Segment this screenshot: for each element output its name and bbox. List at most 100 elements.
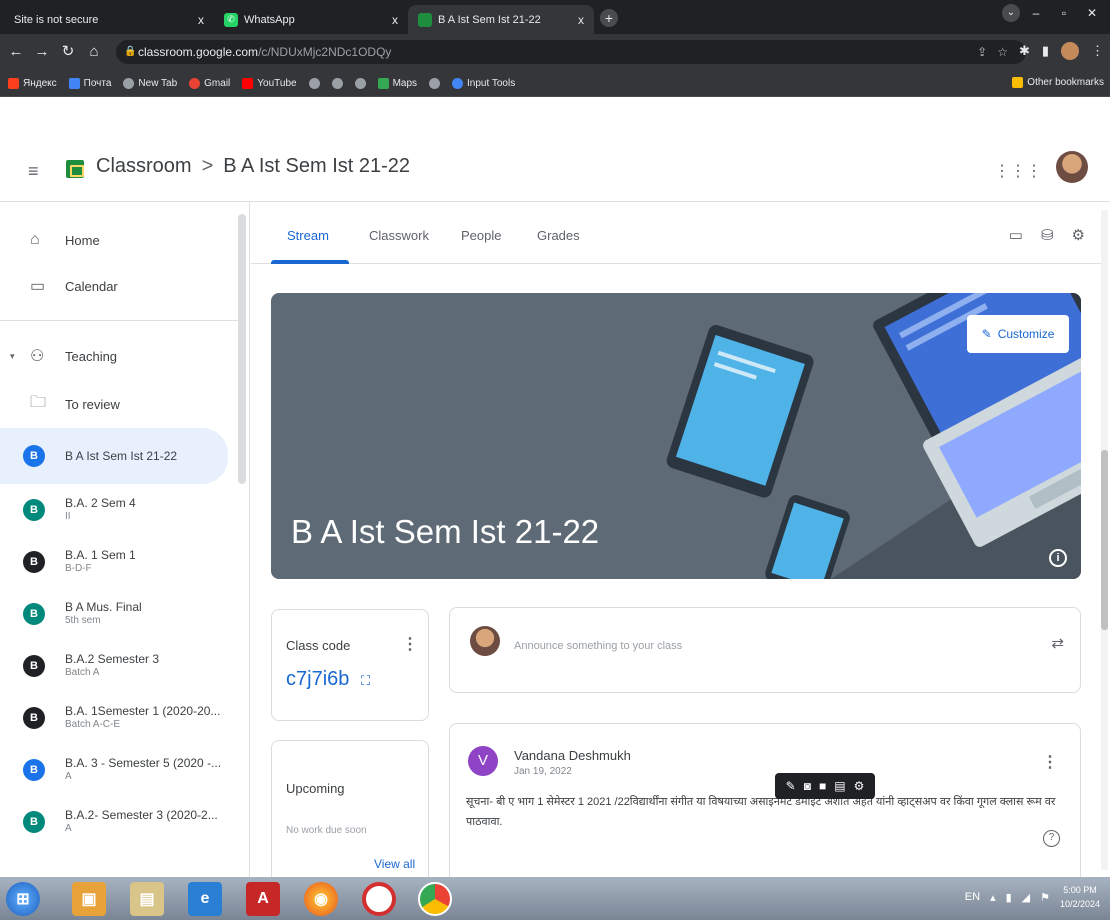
bookmark-newtab[interactable]: New Tab: [123, 77, 177, 89]
address-bar[interactable]: 🔒 classroom.google.com/c/NDUxMjc2NDc1ODQ…: [116, 40, 1026, 64]
tab-search-icon[interactable]: ⌄: [1002, 4, 1020, 22]
document-icon[interactable]: ▤: [834, 779, 845, 793]
google-icon: [189, 77, 201, 89]
profile-avatar[interactable]: [1061, 42, 1079, 60]
class-avatar: B: [23, 445, 45, 467]
minimize-icon[interactable]: –: [1024, 2, 1048, 24]
share-icon[interactable]: ⇪: [977, 40, 987, 64]
bookmark-globe-4[interactable]: [429, 77, 441, 89]
announce-box[interactable]: Announce something to your class ⇄: [449, 607, 1081, 693]
help-icon[interactable]: ?: [1043, 830, 1060, 847]
sidebar-class-item[interactable]: B B A Ist Sem Ist 21-22: [0, 428, 228, 484]
bookmark-maps[interactable]: Maps: [377, 77, 417, 89]
close-tab-icon[interactable]: x: [578, 13, 584, 27]
sidebar-class-item[interactable]: B B.A.2- Semester 3 (2020-2... A: [0, 796, 228, 848]
drive-folder-icon[interactable]: ⛁: [1041, 226, 1054, 244]
sidepanel-icon[interactable]: ▮: [1042, 43, 1049, 59]
breadcrumb-app[interactable]: Classroom: [96, 155, 192, 177]
video-icon[interactable]: ■: [819, 779, 826, 793]
class-name: B.A.2- Semester 3 (2020-2...: [65, 808, 218, 822]
acrobat-reader-icon[interactable]: A: [246, 882, 280, 916]
bookmark-globe-1[interactable]: [308, 77, 320, 89]
close-tab-icon[interactable]: x: [198, 13, 204, 27]
close-tab-icon[interactable]: x: [392, 13, 398, 27]
sidebar-class-item[interactable]: B B.A. 3 - Semester 5 (2020 -... A: [0, 744, 228, 796]
back-arrow-icon[interactable]: ←: [6, 42, 26, 62]
firefox-icon[interactable]: ◉: [304, 882, 338, 916]
forward-arrow-icon[interactable]: →: [32, 42, 52, 62]
account-avatar[interactable]: [1056, 151, 1088, 183]
clock-time: 5:00 PM: [1063, 885, 1097, 895]
language-indicator[interactable]: EN: [965, 891, 980, 904]
view-all-link[interactable]: View all: [374, 857, 415, 871]
upcoming-empty-text: No work due soon: [286, 825, 367, 836]
calendar-icon[interactable]: ▭: [1009, 226, 1023, 244]
tab-grades[interactable]: Grades: [537, 228, 580, 243]
sidebar-item-home[interactable]: ⌂ Home: [0, 224, 228, 256]
sidebar-class-item[interactable]: B B A Mus. Final 5th sem: [0, 588, 228, 640]
expand-arrow-icon[interactable]: ▾: [10, 351, 15, 362]
reload-icon[interactable]: ↻: [58, 42, 78, 62]
bookmark-youtube[interactable]: YouTube: [242, 77, 297, 89]
new-tab-button[interactable]: +: [600, 9, 618, 27]
other-bookmarks[interactable]: Other bookmarks: [1012, 77, 1104, 88]
reuse-post-icon[interactable]: ⇄: [1051, 634, 1064, 652]
customize-button[interactable]: ✎ Customize: [967, 315, 1069, 353]
browser-tab-insecure[interactable]: Site is not secure x: [4, 5, 214, 34]
start-button-icon[interactable]: ⊞: [6, 882, 40, 916]
post-more-options-icon[interactable]: ⋮: [1042, 752, 1058, 772]
home-icon[interactable]: ⌂: [84, 42, 104, 62]
chrome-menu-icon[interactable]: ⋮: [1091, 43, 1104, 59]
tab-stream[interactable]: Stream: [287, 228, 329, 243]
active-tab-indicator: [271, 260, 349, 264]
browser-tab-classroom[interactable]: B A Ist Sem Ist 21-22 x: [408, 5, 594, 34]
taskbar-clock[interactable]: 5:00 PM 10/2/2024: [1056, 883, 1104, 911]
flag-icon[interactable]: ⚑: [1040, 891, 1050, 904]
settings-gear-icon[interactable]: ⚙: [1072, 226, 1085, 244]
announce-placeholder[interactable]: Announce something to your class: [514, 640, 682, 652]
tab-classwork[interactable]: Classwork: [369, 228, 429, 243]
main-scrollbar[interactable]: [1101, 210, 1108, 870]
sidebar-scrollbar[interactable]: [238, 214, 246, 484]
settings-gear-icon[interactable]: ⚙: [854, 779, 865, 793]
sidebar-class-item[interactable]: B B.A.2 Semester 3 Batch A: [0, 640, 228, 692]
sidebar-class-item[interactable]: B B.A. 1Semester 1 (2020-20... Batch A-C-…: [0, 692, 228, 744]
sidebar-item-label: Home: [65, 232, 100, 248]
close-window-icon[interactable]: ✕: [1080, 2, 1104, 24]
review-folder-icon: 🗀: [30, 393, 47, 411]
main-menu-icon[interactable]: ≡: [28, 161, 42, 182]
bookmark-globe-2[interactable]: [331, 77, 343, 89]
notepad-icon[interactable]: ▤: [130, 882, 164, 916]
browser-tab-whatsapp[interactable]: ✆ WhatsApp x: [214, 5, 408, 34]
more-options-icon[interactable]: ⋮: [402, 634, 418, 654]
tray-arrow-icon[interactable]: ▴: [990, 891, 996, 904]
file-explorer-icon[interactable]: ▣: [72, 882, 106, 916]
lock-icon[interactable]: 🔒: [124, 40, 136, 64]
maximize-icon[interactable]: ▫: [1052, 2, 1076, 24]
fullscreen-icon[interactable]: ⛶: [361, 673, 370, 688]
edit-icon[interactable]: ✎: [786, 779, 796, 793]
chrome-icon[interactable]: [418, 882, 452, 916]
camera-icon[interactable]: ◙: [804, 779, 811, 793]
sidebar-class-item[interactable]: B B.A. 1 Sem 1 B-D-F: [0, 536, 228, 588]
opera-icon[interactable]: [362, 882, 396, 916]
class-code-value: c7j7i6b ⛶: [286, 668, 370, 691]
internet-explorer-icon[interactable]: e: [188, 882, 222, 916]
tab-people[interactable]: People: [461, 228, 501, 243]
bookmark-input-tools[interactable]: Input Tools: [452, 77, 515, 89]
bookmark-star-icon[interactable]: ☆: [997, 40, 1008, 64]
sidebar-item-teaching[interactable]: ▾ ⚇ Teaching: [0, 340, 228, 372]
sidebar-class-item[interactable]: B B.A. 2 Sem 4 II: [0, 484, 228, 536]
classroom-logo-icon[interactable]: [66, 160, 84, 178]
google-apps-icon[interactable]: ⋮⋮⋮: [994, 161, 1042, 181]
sidebar-item-to-review[interactable]: 🗀 To review: [0, 388, 228, 420]
bookmark-yandex[interactable]: Яндекс: [8, 77, 57, 89]
info-icon[interactable]: i: [1049, 549, 1067, 567]
network-icon[interactable]: ▮: [1006, 891, 1012, 904]
sidebar-item-calendar[interactable]: ▭ Calendar: [0, 270, 228, 302]
bookmark-pochta[interactable]: Почта: [68, 77, 111, 89]
extensions-icon[interactable]: ✱: [1019, 43, 1030, 59]
bookmark-gmail[interactable]: Gmail: [189, 77, 230, 89]
volume-icon[interactable]: ◢: [1022, 891, 1030, 904]
bookmark-globe-3[interactable]: [354, 77, 366, 89]
